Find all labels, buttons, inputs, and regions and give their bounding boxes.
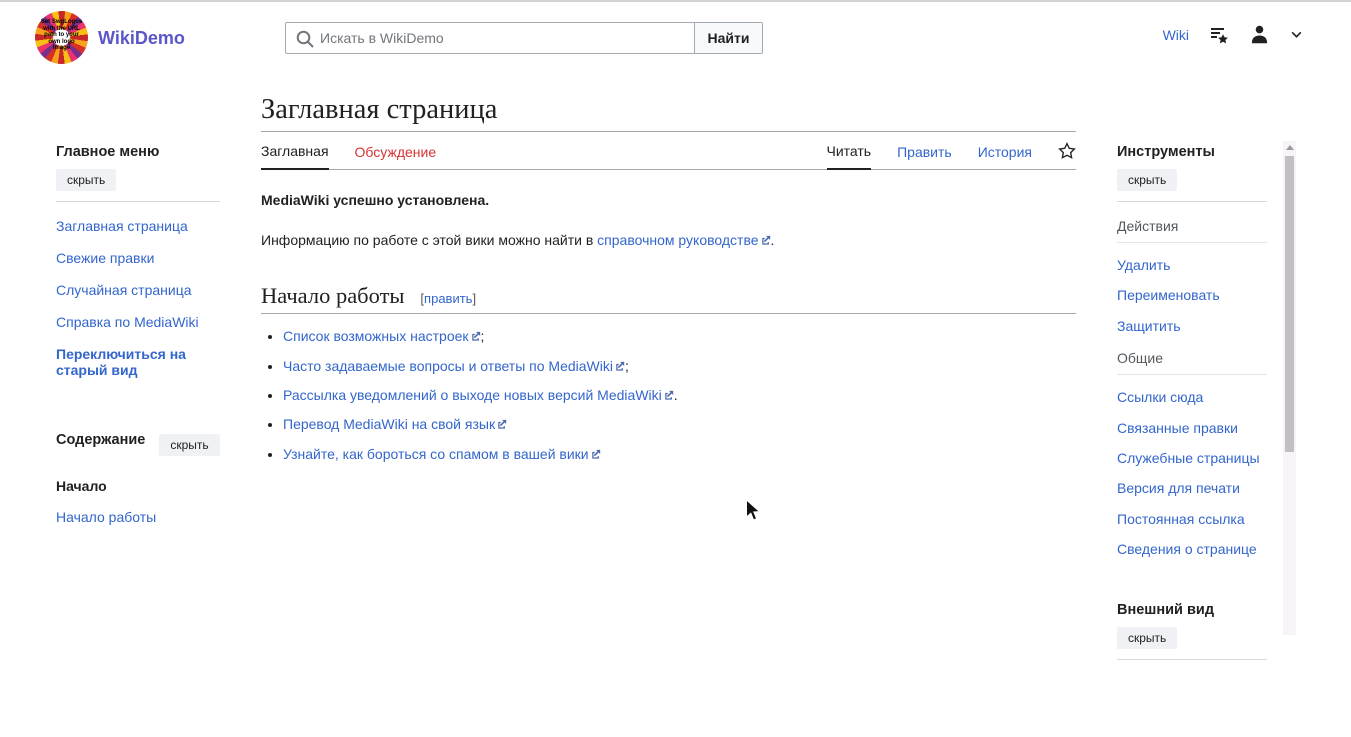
tab-history[interactable]: История	[978, 138, 1032, 169]
view-tabs: Читать Править История	[827, 137, 1077, 169]
site-logo-text: Set SwgLogos with the URL path to your o…	[39, 19, 84, 52]
site-logo[interactable]: Set SwgLogos with the URL path to your o…	[35, 11, 88, 64]
main-menu-hide-button[interactable]: скрыть	[56, 169, 116, 191]
header: Set SwgLogos with the URL path to your o…	[0, 2, 1351, 74]
sidebar-item-switch-old-look[interactable]: Переключиться на старый вид	[56, 346, 220, 378]
settings-list-link[interactable]: Список возможных настроек	[283, 328, 469, 344]
chevron-down-icon[interactable]	[1290, 28, 1303, 41]
edit-bracket: ]	[472, 291, 476, 306]
tab-read[interactable]: Читать	[827, 137, 872, 170]
mouse-cursor	[745, 499, 763, 526]
tool-delete[interactable]: Удалить	[1117, 258, 1267, 273]
divider	[56, 201, 220, 202]
page-title: Заглавная страница	[261, 92, 1076, 132]
tools-hide-button[interactable]: скрыть	[1117, 169, 1177, 191]
list-item: Узнайте, как бороться со спамом в вашей …	[283, 444, 1076, 464]
edit-section-link[interactable]: править	[424, 291, 472, 306]
intro-text: Информацию по работе с этой вики можно н…	[261, 232, 597, 248]
divider	[1117, 201, 1267, 202]
list-item: Рассылка уведомлений о выходе новых верс…	[283, 385, 1076, 405]
combat-spam-link[interactable]: Узнайте, как бороться со спамом в вашей …	[283, 446, 589, 462]
faq-link[interactable]: Часто задаваемые вопросы и ответы по Med…	[283, 358, 613, 374]
divider	[1117, 659, 1267, 660]
external-link-icon	[664, 390, 674, 400]
sidebar-item-recent-changes[interactable]: Свежие правки	[56, 250, 220, 266]
appearance-section: Внешний вид скрыть	[1117, 602, 1267, 660]
install-success-text: MediaWiki успешно установлена.	[261, 192, 1076, 208]
edit-section: [править]	[420, 291, 476, 306]
tool-printable-version[interactable]: Версия для печати	[1117, 481, 1267, 496]
main-menu-title: Главное меню	[56, 144, 220, 160]
tools-section-general: Общие	[1117, 350, 1267, 375]
release-announce-link[interactable]: Рассылка уведомлений о выходе новых верс…	[283, 387, 662, 403]
help-manual-link[interactable]: справочном руководстве	[597, 232, 758, 248]
intro-text-period: .	[771, 232, 775, 248]
list-item: Список возможных настроек;	[283, 326, 1076, 346]
list-item: Часто задаваемые вопросы и ответы по Med…	[283, 356, 1076, 376]
section-heading-row: Начало работы [править]	[261, 283, 1076, 314]
tools-sidebar: Инструменты скрыть Действия Удалить Пере…	[1117, 144, 1267, 660]
external-link-icon	[471, 331, 481, 341]
intro-paragraph: Информацию по работе с этой вики можно н…	[261, 230, 1076, 252]
list-item-suffix: .	[674, 387, 678, 403]
sidebar-item-random-page[interactable]: Случайная страница	[56, 282, 220, 298]
section-title: Начало работы	[261, 283, 405, 308]
tool-protect[interactable]: Защитить	[1117, 319, 1267, 334]
appearance-hide-button[interactable]: скрыть	[1117, 627, 1177, 649]
localize-link[interactable]: Перевод MediaWiki на свой язык	[283, 416, 495, 432]
tool-what-links-here[interactable]: Ссылки сюда	[1117, 390, 1267, 405]
search-input[interactable]	[286, 23, 694, 53]
appearance-title: Внешний вид	[1117, 602, 1267, 618]
tool-page-info[interactable]: Сведения о странице	[1117, 542, 1267, 557]
search-bar: Найти	[285, 22, 763, 54]
tools-section-actions: Действия	[1117, 218, 1267, 243]
scrollbar-up-arrow[interactable]	[1286, 145, 1294, 150]
external-link-icon	[591, 449, 601, 459]
tools-title: Инструменты	[1117, 144, 1267, 160]
tool-permanent-link[interactable]: Постоянная ссылка	[1117, 512, 1267, 527]
sidebar-item-help[interactable]: Справка по MediaWiki	[56, 314, 220, 330]
toc-header: Содержание скрыть	[56, 425, 220, 456]
scrollbar-thumb[interactable]	[1285, 156, 1294, 452]
watch-star-icon[interactable]	[1058, 142, 1076, 169]
external-link-icon	[615, 361, 625, 371]
search-button[interactable]: Найти	[694, 23, 762, 53]
tool-move[interactable]: Переименовать	[1117, 288, 1267, 303]
list-item-suffix: ;	[481, 328, 485, 344]
tab-discussion[interactable]: Обсуждение	[355, 138, 437, 169]
namespace-tabs: Заглавная Обсуждение	[261, 137, 436, 169]
tab-main-page[interactable]: Заглавная	[261, 137, 329, 170]
tool-related-changes[interactable]: Связанные правки	[1117, 421, 1267, 436]
list-item: Перевод MediaWiki на свой язык	[283, 414, 1076, 434]
site-name-link[interactable]: WikiDemo	[98, 28, 185, 49]
header-user-area: Wiki	[1163, 24, 1303, 45]
search-icon	[295, 29, 315, 49]
sidebar-item-main-page[interactable]: Заглавная страница	[56, 218, 220, 234]
main-content: Заглавная страница Заглавная Обсуждение …	[261, 92, 1076, 473]
user-account-icon[interactable]	[1249, 24, 1270, 45]
left-sidebar: Главное меню скрыть Заглавная страница С…	[56, 144, 220, 525]
external-link-icon	[497, 419, 507, 429]
tool-special-pages[interactable]: Служебные страницы	[1117, 451, 1267, 466]
tab-bar: Заглавная Обсуждение Читать Править Исто…	[261, 137, 1076, 170]
toc-title: Содержание	[56, 432, 145, 448]
external-link-icon	[761, 235, 771, 245]
tab-edit[interactable]: Править	[897, 138, 952, 169]
toc-hide-button[interactable]: скрыть	[159, 434, 219, 456]
sidebar-scrollbar-track[interactable]	[1283, 141, 1296, 635]
toc-item-getting-started[interactable]: Начало работы	[56, 509, 220, 525]
wiki-link[interactable]: Wiki	[1163, 27, 1189, 43]
getting-started-list: Список возможных настроек; Часто задавае…	[283, 326, 1076, 463]
watchlist-icon[interactable]	[1209, 25, 1229, 45]
list-item-suffix: ;	[625, 358, 629, 374]
toc-item-top-active[interactable]: Начало	[56, 478, 220, 494]
